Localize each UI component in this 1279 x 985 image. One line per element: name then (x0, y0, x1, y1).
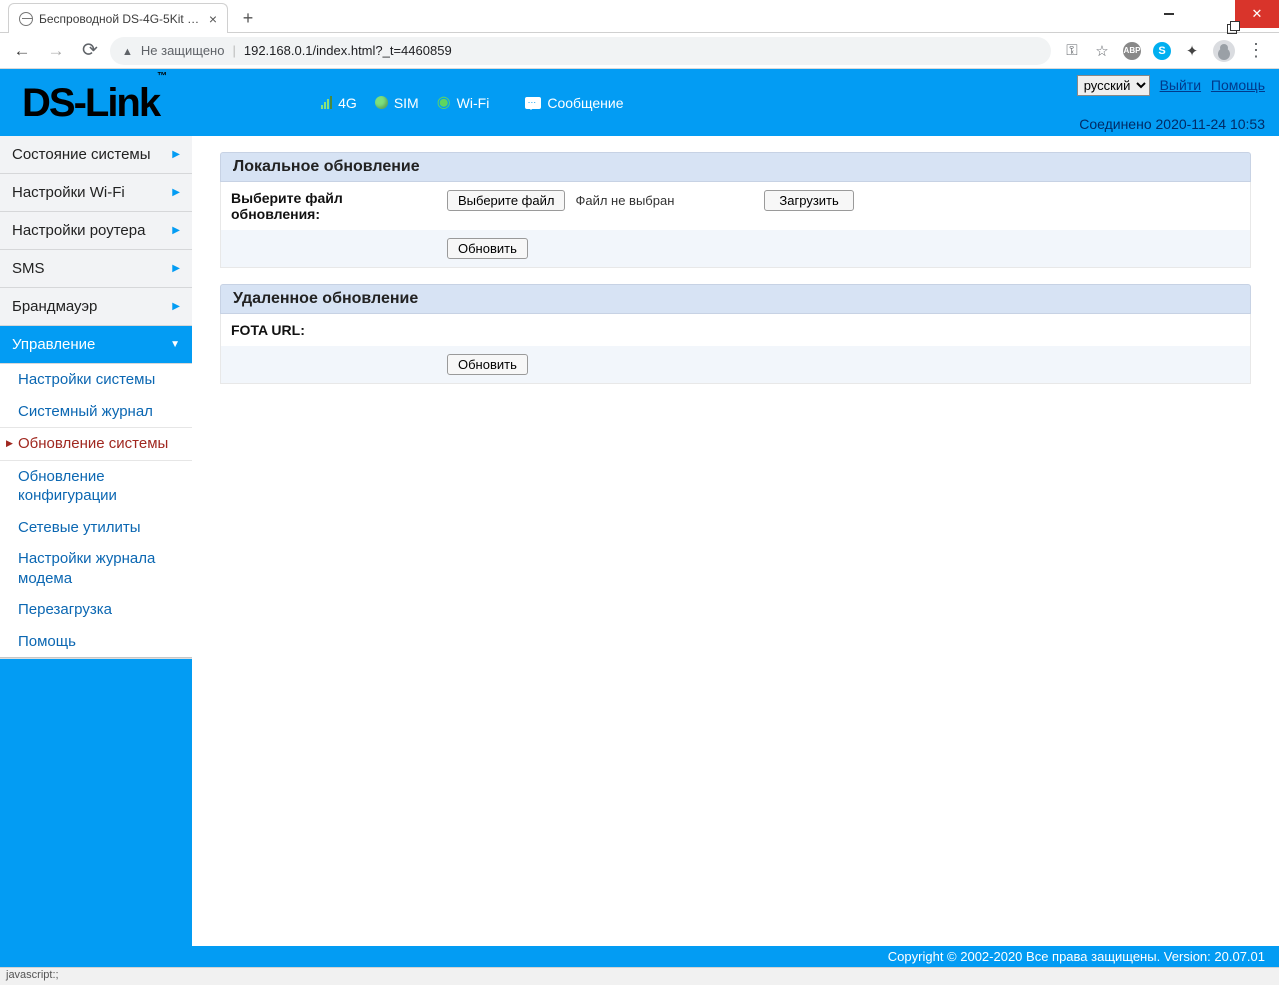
toolbar-icons: ABP S (1057, 40, 1271, 62)
sim-dot-icon (375, 96, 388, 109)
chevron-right-icon (172, 225, 180, 236)
sub-item-config-update[interactable]: Обновление конфигурации (0, 461, 192, 512)
app-header: DS-Link™ 4G SIM Wi-Fi Сообщение (0, 69, 1279, 136)
reload-button[interactable] (76, 37, 104, 65)
help-link[interactable]: Помощь (1211, 77, 1265, 93)
bookmark-star-icon[interactable] (1093, 42, 1111, 60)
sidebar-item-system-status[interactable]: Состояние системы (0, 136, 192, 174)
logout-link[interactable]: Выйти (1160, 77, 1201, 93)
window-controls (1147, 0, 1279, 28)
forward-button[interactable]: → (42, 37, 70, 65)
language-select[interactable]: русский (1077, 75, 1150, 96)
sub-item-help[interactable]: Помощь (0, 626, 192, 658)
close-tab-icon[interactable]: × (207, 11, 219, 27)
wifi-status: Wi-Fi (437, 95, 490, 111)
upload-button[interactable]: Загрузить (764, 190, 853, 211)
sidebar-submenu: Настройки системы Системный журнал Обнов… (0, 364, 192, 657)
sidebar-item-sms[interactable]: SMS (0, 250, 192, 288)
extensions-icon[interactable] (1183, 42, 1201, 60)
signal-bars-icon (321, 96, 332, 109)
url-input[interactable]: Не защищено | 192.168.0.1/index.html?_t=… (110, 37, 1051, 65)
tab-title: Беспроводной DS-4G-5Kit роут (39, 12, 201, 26)
maximize-button[interactable] (1191, 0, 1235, 28)
file-status-text: Файл не выбран (575, 193, 674, 208)
address-bar: ← → Не защищено | 192.168.0.1/index.html… (0, 33, 1279, 69)
browser-tab[interactable]: Беспроводной DS-4G-5Kit роут × (8, 3, 228, 33)
sub-item-system-update[interactable]: Обновление системы (0, 427, 192, 461)
new-tab-button[interactable]: + (234, 4, 262, 32)
chevron-right-icon (172, 301, 180, 312)
fota-url-label: FOTA URL: (231, 322, 431, 338)
sub-item-system-settings[interactable]: Настройки системы (0, 364, 192, 396)
adblock-icon[interactable]: ABP (1123, 42, 1141, 60)
wifi-icon (437, 95, 451, 111)
remote-update-button[interactable]: Обновить (447, 354, 528, 375)
connection-status: Соединено 2020-11-24 10:53 (1079, 116, 1265, 132)
security-label: Не защищено (141, 43, 225, 58)
local-update-heading: Локальное обновление (220, 152, 1251, 182)
sidebar: Состояние системы Настройки Wi-Fi Настро… (0, 136, 192, 967)
sub-item-reboot[interactable]: Перезагрузка (0, 594, 192, 626)
sidebar-item-firewall[interactable]: Брандмауэр (0, 288, 192, 326)
sidebar-fill (0, 659, 192, 967)
file-select-label: Выберите файл обновления: (231, 190, 431, 222)
header-top-right: русский Выйти Помощь (1077, 75, 1265, 96)
message-bubble-icon (525, 97, 541, 109)
sidebar-item-management[interactable]: Управление (0, 326, 192, 364)
signal-status: 4G (321, 95, 357, 111)
local-update-button[interactable]: Обновить (447, 238, 528, 259)
insecure-icon (122, 43, 133, 58)
sidebar-item-router-settings[interactable]: Настройки роутера (0, 212, 192, 250)
close-window-button[interactable] (1235, 0, 1279, 28)
remote-update-panel: FOTA URL: Обновить (220, 314, 1251, 384)
profile-avatar-icon[interactable] (1213, 40, 1235, 62)
chevron-right-icon (172, 263, 180, 274)
browser-titlebar: Беспроводной DS-4G-5Kit роут × + (0, 0, 1279, 33)
password-key-icon[interactable] (1063, 42, 1081, 60)
sidebar-item-wifi-settings[interactable]: Настройки Wi-Fi (0, 174, 192, 212)
remote-update-heading: Удаленное обновление (220, 284, 1251, 314)
sub-item-system-log[interactable]: Системный журнал (0, 396, 192, 428)
chevron-right-icon (172, 187, 180, 198)
chevron-right-icon (172, 149, 180, 160)
chevron-down-icon (170, 339, 180, 350)
skype-icon[interactable]: S (1153, 42, 1171, 60)
menu-kebab-icon[interactable] (1247, 42, 1265, 60)
url-text: 192.168.0.1/index.html?_t=4460859 (244, 43, 452, 58)
sim-status: SIM (375, 95, 419, 111)
sub-item-modem-log-settings[interactable]: Настройки журнала модема (0, 543, 192, 594)
message-status[interactable]: Сообщение (525, 95, 623, 111)
page-footer: Copyright © 2002-2020 Все права защищены… (0, 946, 1279, 967)
logo: DS-Link™ (0, 83, 191, 123)
header-status: 4G SIM Wi-Fi Сообщение (321, 95, 623, 111)
back-button[interactable]: ← (8, 37, 36, 65)
choose-file-button[interactable]: Выберите файл (447, 190, 565, 211)
local-update-panel: Выберите файл обновления: Выберите файл … (220, 182, 1251, 268)
browser-status-bar: javascript:; (0, 967, 1279, 985)
main-content: Локальное обновление Выберите файл обнов… (192, 136, 1279, 967)
globe-icon (19, 12, 33, 26)
minimize-button[interactable] (1147, 0, 1191, 28)
sub-item-net-utils[interactable]: Сетевые утилиты (0, 512, 192, 544)
